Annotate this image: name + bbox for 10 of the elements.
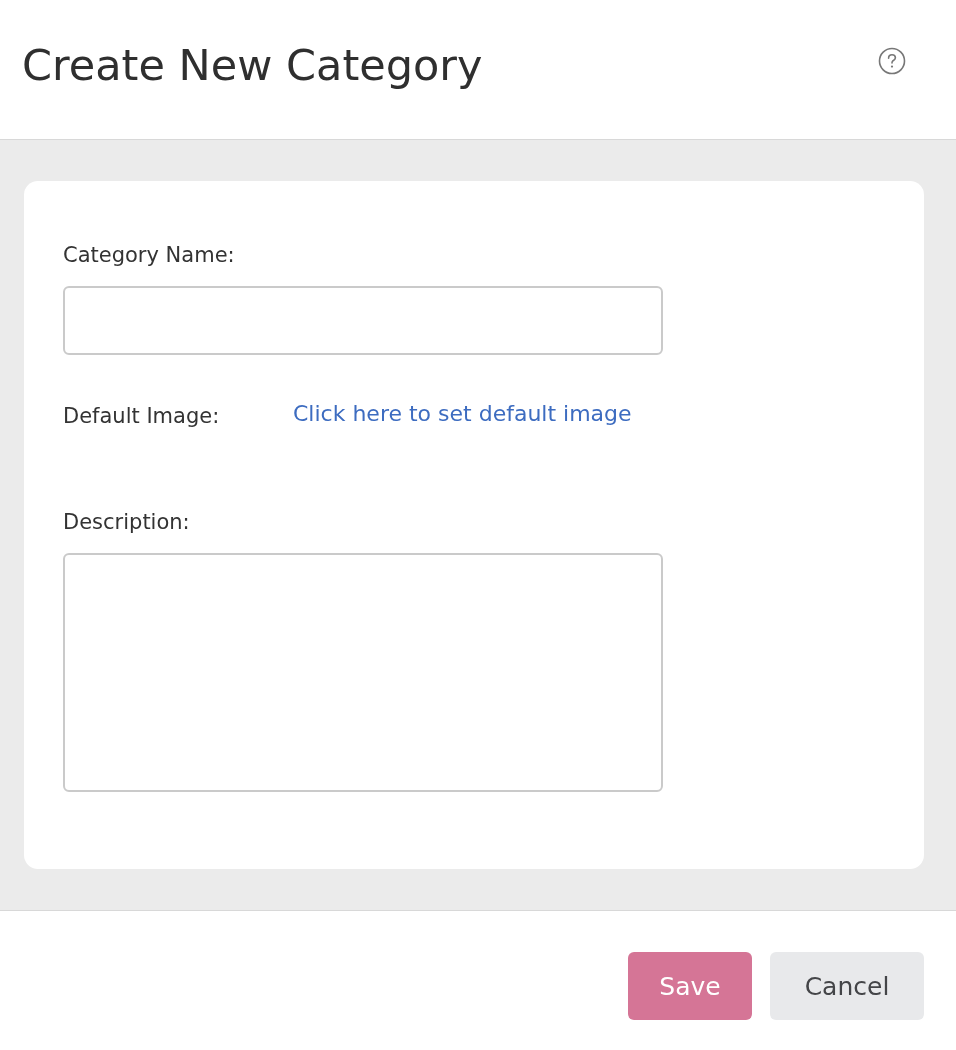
dialog-title: Create New Category xyxy=(22,39,483,92)
field-label: Description: xyxy=(63,509,190,535)
field-label: Category Name: xyxy=(63,242,235,268)
textarea-field[interactable] xyxy=(63,553,663,792)
save-button[interactable]: Save xyxy=(628,952,752,1020)
set-image-link[interactable]: Click here to set default image xyxy=(293,401,632,427)
help-icon[interactable] xyxy=(878,47,906,75)
input-field[interactable] xyxy=(63,286,663,355)
field-label: Default Image: xyxy=(63,403,221,429)
cancel-button[interactable]: Cancel xyxy=(770,952,924,1020)
